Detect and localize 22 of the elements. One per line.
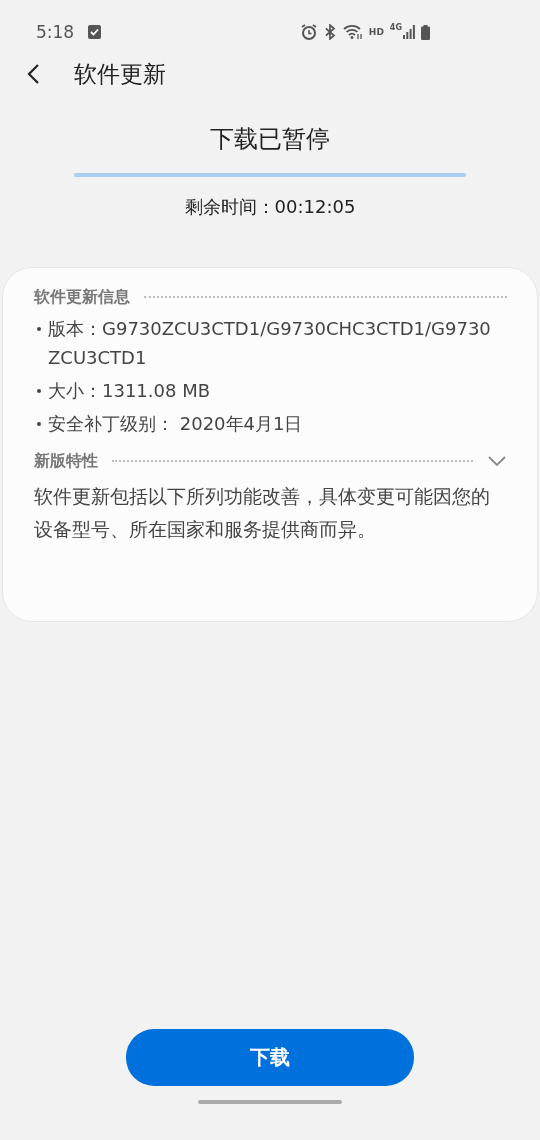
features-description: 软件更新包括以下所列功能改善，具体变更可能因您的设备型号、所在国家和服务提供商而异。 — [34, 484, 491, 542]
page-title: 软件更新 — [74, 59, 166, 89]
signal-icon — [403, 25, 415, 39]
bullet-icon — [37, 327, 41, 331]
info-item: 版本：G9730ZCU3CTD1/G9730CHC3CTD1/G9730ZCU3CTD1 — [48, 317, 492, 370]
remaining-time: 剩余时间：00:12:05 — [184, 195, 356, 219]
wifi-icon — [342, 24, 363, 40]
status-time: 5:18 — [36, 22, 75, 42]
bullet-icon — [37, 389, 41, 393]
bullet-icon — [37, 422, 41, 426]
info-item: 安全补丁级别： 2020年4月1日 — [48, 412, 304, 436]
hd-indicator: HD — [368, 27, 384, 37]
chevron-down-icon[interactable] — [487, 455, 507, 467]
download-status: 下载已暂停 — [210, 124, 330, 155]
download-button[interactable]: 下载 — [126, 1029, 414, 1086]
battery-icon — [421, 24, 430, 40]
checkbox-notification-icon — [88, 25, 102, 39]
section-heading: 软件更新信息 — [34, 286, 130, 308]
info-item: 大小：1311.08 MB — [48, 379, 212, 403]
network-type: 4G — [389, 23, 402, 32]
section-heading: 新版特性 — [34, 450, 98, 472]
alarm-icon — [300, 24, 317, 40]
